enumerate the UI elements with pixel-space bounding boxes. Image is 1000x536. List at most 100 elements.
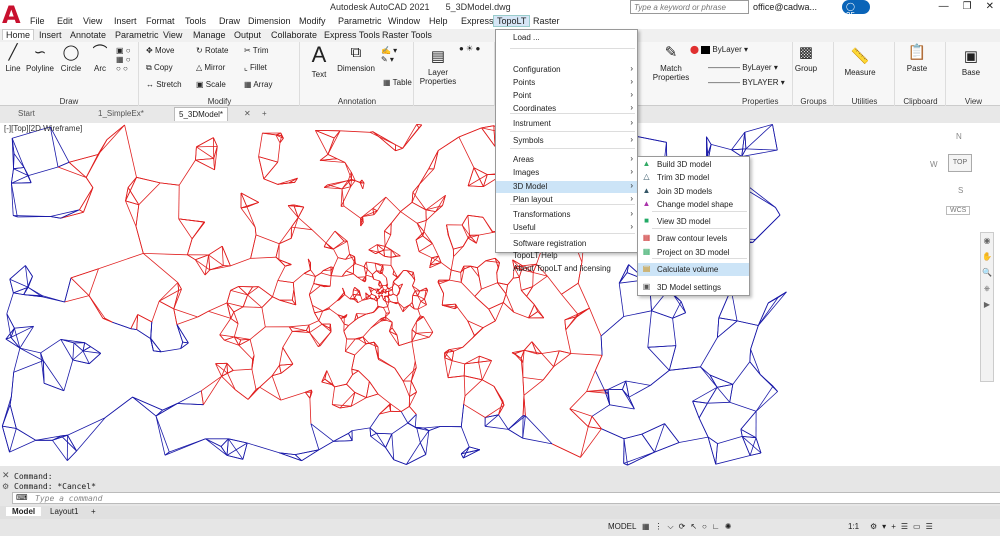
menu-view[interactable]: View [83,16,102,26]
tab-express-tools[interactable]: Express Tools [324,30,380,40]
menu-parametric[interactable]: Parametric [338,16,382,26]
menu-window[interactable]: Window [388,16,420,26]
menu-insert[interactable]: Insert [114,16,137,26]
properties-panel-label[interactable]: Properties [708,97,792,106]
3d-model-menu-item[interactable]: ▲ Build 3D model [638,158,749,171]
base-button[interactable]: ▣ Base [957,48,985,77]
user-account[interactable]: office@cadwa... [753,2,817,12]
window-controls[interactable]: — ❐ ✕ [925,1,994,12]
close-icon[interactable]: ✕ [2,470,10,481]
new-tab-icon[interactable]: + [262,109,267,118]
topolt-menu-item[interactable]: Plan layout › [496,194,637,206]
fillet-button[interactable]: ⌞ Fillet [244,63,267,72]
topolt-menu-item[interactable]: TopoLT Help [496,250,637,262]
topolt-menu-item[interactable]: Transformations › [496,209,637,221]
menu-format[interactable]: Format [146,16,175,26]
3d-model-menu-item[interactable]: ▦ Project on 3D model [638,246,749,259]
add-layout-button[interactable]: + [91,507,96,516]
3d-model-menu-item[interactable]: ■ View 3D model [638,215,749,228]
layer-properties-button[interactable]: ▤ Layer Properties [417,48,459,86]
autocad-logo-icon[interactable]: A [2,2,26,28]
clipboard-panel-label[interactable]: Clipboard [896,97,945,106]
mirror-button[interactable]: △ Mirror [196,63,225,72]
annotation-panel-label[interactable]: Annotation [301,97,413,106]
menu-help[interactable]: Help [429,16,448,26]
line-button[interactable]: ╱ Line [2,44,24,73]
menu-tools[interactable]: Tools [185,16,206,26]
menu-draw[interactable]: Draw [219,16,240,26]
navigation-bar[interactable]: ◉ ✋ 🔍 ⎈ ▶ [980,232,994,382]
topolt-menu-item[interactable]: Point › [496,90,637,102]
view-cube[interactable]: N W TOP S WCS [930,130,990,215]
table-button[interactable]: ▦ Table [383,78,412,87]
topolt-menu-item[interactable]: Points › [496,77,637,89]
topolt-menu-item[interactable]: Instrument › [496,118,637,130]
tab-layout1[interactable]: Layout1 [50,507,78,516]
text-button[interactable]: A Text [307,42,331,79]
measure-button[interactable]: 📏 Measure [841,48,879,77]
3d-model-menu-item[interactable]: ▲ Change model shape [638,198,749,211]
layer-small-icons[interactable]: ● ☀ ● [459,44,480,53]
tab-model[interactable]: Model [6,507,42,516]
viewport-label[interactable]: [-][Top][2D Wireframe] [4,124,82,133]
annotation-scale[interactable]: 1:1 [848,522,859,531]
menu-dimension[interactable]: Dimension [248,16,291,26]
topolt-menu-item[interactable]: Useful › [496,222,637,234]
close-tab-icon[interactable]: ✕ [244,109,251,118]
match-properties-button[interactable]: ✎ Match Properties [652,44,690,82]
3d-model-menu-item[interactable]: ▲ Join 3D models [638,185,749,198]
tab-collaborate[interactable]: Collaborate [271,30,317,40]
scale-button[interactable]: ▣ Scale [196,80,226,89]
tab-parametric[interactable]: Parametric [115,30,159,40]
topolt-menu-item[interactable]: About TopoLT and licensing [496,263,637,275]
search-input[interactable]: Type a keyword or phrase [630,0,749,14]
utilities-panel-label[interactable]: Utilities [835,97,894,106]
groups-panel-label[interactable]: Groups [794,97,833,106]
draw-panel-label[interactable]: Draw [0,97,138,106]
model-space-toggle[interactable]: MODEL [608,522,636,531]
annotation-small-icons[interactable]: ✍ ▾ ✎ ▾ [381,46,397,64]
circle-button[interactable]: ◯ Circle [58,44,84,73]
tab-output[interactable]: Output [234,30,261,40]
menu-edit[interactable]: Edit [57,16,73,26]
view-cube-top[interactable]: TOP [948,154,972,172]
3d-model-menu-item[interactable]: ▣ 3D Model settings [638,281,749,294]
topolt-menu-item[interactable]: Load ... [496,32,637,44]
menu-file[interactable]: File [30,16,45,26]
command-input[interactable]: Type a command [12,492,1000,504]
topolt-menu-item[interactable]: Symbols › [496,135,637,147]
status-right-icons[interactable]: ⚙▾+☰▭☰ [870,522,938,531]
tab-raster-tools[interactable]: Raster Tools [382,30,432,40]
lineweight-dropdown[interactable]: ———— BYLAYER ▾ [708,78,785,87]
modify-panel-label[interactable]: Modify [140,97,299,106]
menu-express[interactable]: Express [461,16,494,26]
topolt-menu-item[interactable]: 3D Model › [496,181,637,193]
rotate-button[interactable]: ↻ Rotate [196,46,229,55]
3d-model-menu-item[interactable]: ▤ Calculate volume [638,263,749,276]
tab-home[interactable]: Home [2,29,35,40]
arc-button[interactable]: ⌒ Arc [88,44,112,73]
array-button[interactable]: ▦ Array [244,80,272,89]
settings-icon[interactable]: ⚙ [2,482,9,491]
stretch-button[interactable]: ↔ Stretch [146,80,182,89]
linetype-dropdown[interactable]: ———— ByLayer ▾ [708,63,778,72]
group-button[interactable]: ▩ Group [794,44,818,73]
doc-tab-start[interactable]: Start [18,109,35,118]
trim-button[interactable]: ✂ Trim [244,46,268,55]
polyline-button[interactable]: ∽ Polyline [24,44,56,73]
draw-small-icons[interactable]: ▣ ○ ▦ ○ ○ ○ [116,46,131,73]
menu-topolt[interactable]: TopoLT [493,15,531,27]
notification-badge[interactable]: ◯ 25 [842,0,870,20]
move-button[interactable]: ✥ Move [146,46,175,55]
menu-raster[interactable]: Raster [533,16,560,26]
dimension-button[interactable]: ⧉ Dimension [335,44,377,73]
color-dropdown[interactable]: ⬤ ByLayer ▾ [690,45,748,54]
drafting-toggles[interactable]: ▦⋮⌵⟳↖○∟✺ [642,522,736,532]
paste-button[interactable]: 📋 Paste [904,44,930,73]
menu-modify[interactable]: Modify [299,16,326,26]
topolt-menu-item[interactable]: Configuration › [496,64,637,76]
doc-tab-simpleex[interactable]: 1_SimpleEx* [98,109,144,118]
tab-view[interactable]: View [163,30,182,40]
view-panel-label[interactable]: View [947,97,1000,106]
tab-annotate[interactable]: Annotate [70,30,106,40]
